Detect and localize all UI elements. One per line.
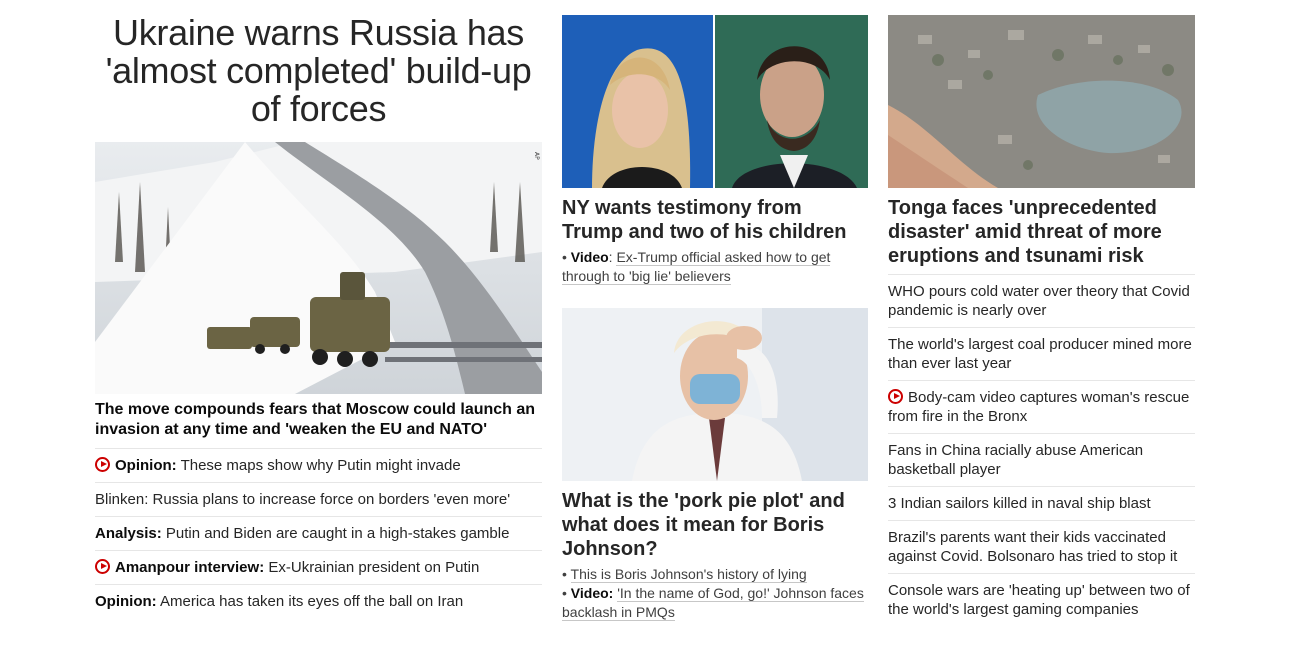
lead-subheadline[interactable]: The move compounds fears that Moscow cou… — [95, 400, 542, 440]
story3-image-boris[interactable] — [562, 308, 868, 481]
story3-headline[interactable]: What is the 'pork pie plot' and what doe… — [562, 489, 868, 561]
list-item[interactable]: Opinion: America has taken its eyes off … — [95, 584, 542, 618]
lead-image-tanks-snow[interactable]: AP — [95, 142, 542, 394]
story2-headline[interactable]: NY wants testimony from Trump and two of… — [562, 196, 868, 244]
story2-video-link[interactable]: • Video: Ex-Trump official asked how to … — [562, 248, 868, 286]
image-credit: AP — [533, 152, 540, 160]
list-item[interactable]: WHO pours cold water over theory that Co… — [888, 274, 1195, 327]
story2-image-portraits[interactable] — [562, 15, 868, 188]
story4-image-tonga-aerial[interactable] — [888, 15, 1195, 188]
lead-headline[interactable]: Ukraine warns Russia has 'almost complet… — [95, 14, 542, 128]
story3-link-history[interactable]: • This is Boris Johnson's history of lyi… — [562, 565, 868, 584]
story4-headline[interactable]: Tonga faces 'unprecedented disaster' ami… — [888, 196, 1195, 268]
list-item[interactable]: The world's largest coal producer mined … — [888, 327, 1195, 380]
play-icon — [95, 559, 110, 574]
lead-related-list: Opinion: These maps show why Putin might… — [95, 448, 542, 618]
play-icon — [95, 457, 110, 472]
list-item[interactable]: Console wars are 'heating up' between tw… — [888, 573, 1195, 626]
play-icon — [888, 389, 903, 404]
list-item[interactable]: Analysis: Putin and Biden are caught in … — [95, 516, 542, 550]
story4-related-list: WHO pours cold water over theory that Co… — [888, 274, 1195, 626]
list-item[interactable]: Brazil's parents want their kids vaccina… — [888, 520, 1195, 573]
list-item[interactable]: Blinken: Russia plans to increase force … — [95, 482, 542, 516]
list-item[interactable]: Opinion: These maps show why Putin might… — [95, 448, 542, 482]
list-item[interactable]: Fans in China racially abuse American ba… — [888, 433, 1195, 486]
story3-video-link[interactable]: • Video: 'In the name of God, go!' Johns… — [562, 584, 868, 622]
list-item[interactable]: Body-cam video captures woman's rescue f… — [888, 380, 1195, 433]
list-item[interactable]: 3 Indian sailors killed in naval ship bl… — [888, 486, 1195, 520]
list-item[interactable]: Amanpour interview: Ex-Ukrainian preside… — [95, 550, 542, 584]
